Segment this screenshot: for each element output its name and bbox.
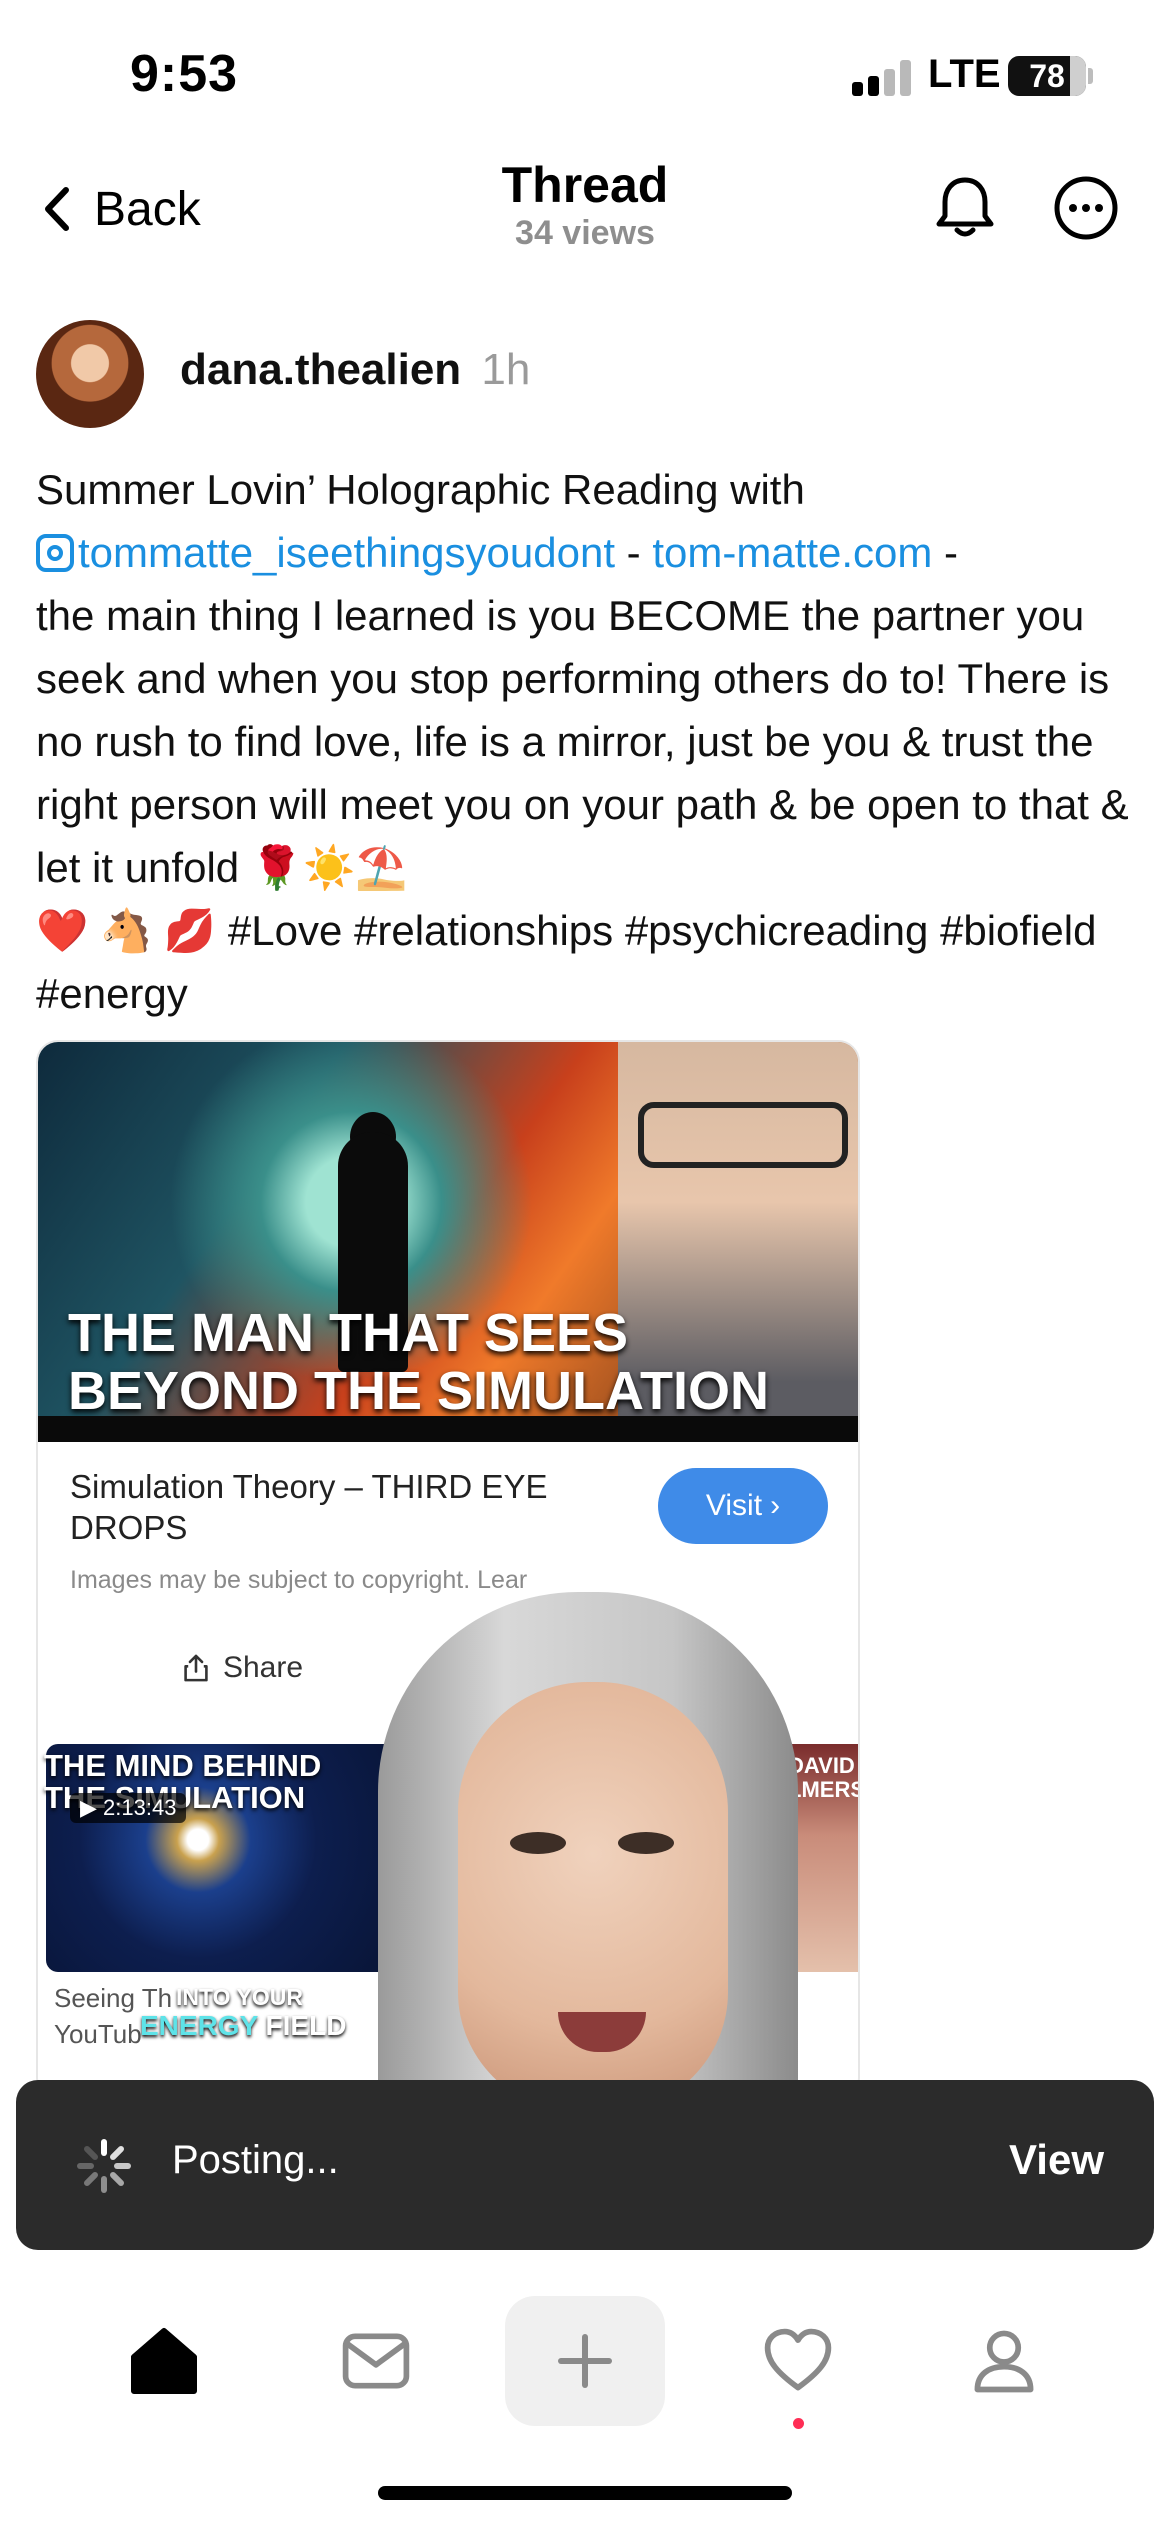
post-separator-1: - <box>615 529 653 576</box>
avatar[interactable] <box>36 320 144 428</box>
notifications-button[interactable] <box>930 172 1000 242</box>
toast-text: Posting... <box>172 2138 339 2182</box>
overlay-caption-line1: INTO YOUR <box>176 1984 303 2010</box>
share-label: Share <box>222 1651 304 1684</box>
status-time: 9:53 <box>130 45 239 103</box>
video-duration: ▶ 2:13:43 <box>70 1793 187 1823</box>
more-options-button[interactable] <box>1052 174 1120 242</box>
inbox-icon <box>342 2333 410 2389</box>
nav-header: Back Thread 34 views <box>0 150 1170 280</box>
mention-link[interactable]: tommatte_iseethingsyoudont <box>36 529 615 576</box>
instagram-icon <box>36 534 74 572</box>
spinner-icon <box>77 2139 131 2193</box>
battery-level: 78 <box>1029 58 1065 94</box>
network-label: LTE <box>928 52 1001 96</box>
tab-profile[interactable] <box>924 2296 1084 2426</box>
result-title: Simulation Theory – THIRD EYE DROPS <box>70 1468 548 1546</box>
thumbnail-title: THE MAN THAT SEES BEYOND THE SIMULATION <box>68 1303 769 1421</box>
thumbnail-bar <box>38 1416 858 1442</box>
share-icon <box>184 1654 208 1682</box>
chevron-right-icon: › <box>770 1489 781 1522</box>
author-name[interactable]: dana.thealien <box>180 345 461 394</box>
overlay-video-person <box>338 1572 858 2098</box>
signal-icon <box>852 60 914 96</box>
heart-icon <box>764 2328 832 2391</box>
post-text-body: the main thing I learned is you BECOME t… <box>36 592 1129 891</box>
bell-icon <box>936 177 994 237</box>
post-time: 1h <box>481 345 531 394</box>
tab-bar <box>0 2290 1170 2450</box>
play-icon: ▶ <box>80 1795 104 1820</box>
profile-icon <box>974 2330 1034 2393</box>
more-icon <box>1054 176 1118 240</box>
toast-view-button[interactable]: View <box>1009 2136 1104 2184</box>
tab-inbox[interactable] <box>296 2296 456 2426</box>
home-indicator <box>378 2486 792 2500</box>
post-author-row: dana.thealien 1h <box>180 345 530 395</box>
battery-cap <box>1088 68 1093 84</box>
post-text: Summer Lovin’ Holographic Reading with t… <box>36 458 1136 1025</box>
tab-activity[interactable] <box>718 2296 878 2426</box>
tab-compose[interactable] <box>505 2296 665 2426</box>
glasses-shape <box>638 1102 848 1168</box>
post-text-intro: Summer Lovin’ Holographic Reading with <box>36 466 805 513</box>
posting-toast: Posting... View <box>16 2080 1154 2250</box>
post-text-tags: ❤️ 🐴 💋 #Love #relationships #psychicread… <box>36 907 1097 1017</box>
site-link[interactable]: tom-matte.com <box>652 529 932 576</box>
post-media-screenshot[interactable]: THE MAN THAT SEES BEYOND THE SIMULATION … <box>36 1040 860 2100</box>
image-result-thumbnail: THE MAN THAT SEES BEYOND THE SIMULATION <box>38 1042 858 1442</box>
tab-home[interactable] <box>84 2296 244 2426</box>
visit-label: Visit <box>705 1489 763 1522</box>
visit-button: Visit › <box>658 1468 828 1544</box>
activity-badge-dot <box>793 2418 804 2429</box>
overlay-caption-line2: ENERGY FIELD <box>140 2010 347 2041</box>
battery-icon: 78 <box>1008 56 1086 96</box>
compose-icon <box>558 2334 612 2388</box>
status-bar: 9:53 LTE 78 <box>0 0 1170 150</box>
post-separator-2: - <box>932 529 959 576</box>
home-icon <box>131 2328 197 2394</box>
